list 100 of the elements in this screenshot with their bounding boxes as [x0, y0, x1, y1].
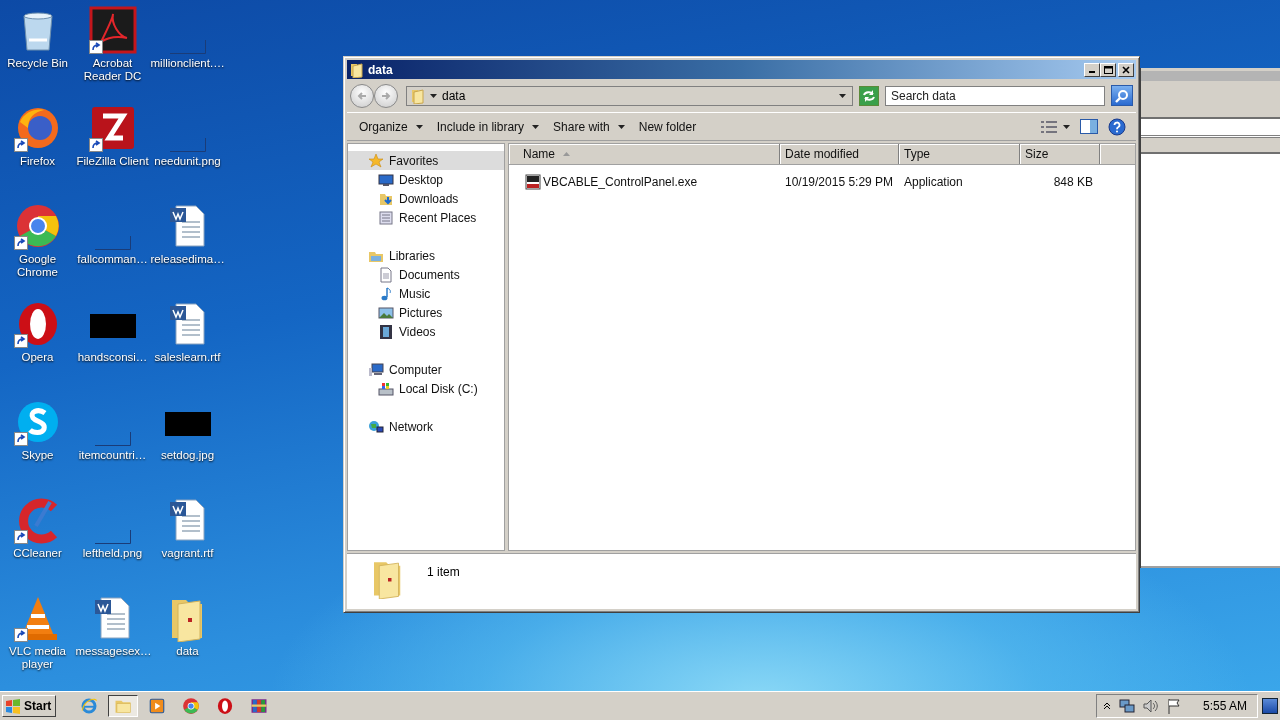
maximize-button[interactable]	[1100, 62, 1116, 77]
desktop-icon-label[interactable]: Skype	[0, 449, 75, 462]
forward-arrow-icon	[381, 90, 391, 101]
address-text: data	[442, 88, 467, 103]
nav-item[interactable]: Local Disk (C:)	[348, 379, 504, 398]
back-button[interactable]	[350, 83, 374, 108]
address-bar[interactable]: data	[406, 85, 853, 106]
file-name[interactable]: VBCABLE_ControlPanel.exe	[543, 175, 698, 189]
desktop-icon-label[interactable]: millionclient.…	[150, 57, 225, 70]
desktop-icon-label[interactable]: Opera	[0, 351, 75, 364]
minimize-button[interactable]	[1084, 62, 1100, 77]
internet-explorer-icon	[80, 697, 99, 715]
caret-icon	[532, 124, 540, 129]
sort-arrow-icon	[563, 152, 570, 156]
table-cell-text: Application	[903, 175, 964, 189]
film-icon	[378, 323, 394, 340]
desktop-icon-label[interactable]: handsconsi…	[75, 351, 150, 364]
nav-item[interactable]: Music	[348, 284, 504, 303]
recent-places-icon	[378, 209, 394, 226]
nav-item[interactable]: Libraries	[348, 246, 504, 265]
monitor-icon	[378, 171, 394, 188]
toolbar-button[interactable]: Include in library	[430, 117, 546, 136]
column-header[interactable]: Date modified	[780, 144, 899, 164]
nav-item[interactable]: Downloads	[348, 189, 504, 208]
close-icon	[1122, 65, 1130, 74]
document-icon	[378, 266, 394, 283]
taskbar-button[interactable]	[108, 695, 139, 717]
network-icon	[1118, 698, 1135, 714]
desktop-icon-label[interactable]: saleslearn.rtf	[150, 351, 225, 364]
search-button[interactable]	[1111, 85, 1133, 106]
nav-item[interactable]: Computer	[348, 360, 504, 379]
table-cell-text: 848 KB	[1052, 175, 1094, 189]
nav-item[interactable]: Pictures	[348, 303, 504, 322]
computer-icon	[368, 361, 384, 378]
column-header-filler	[1100, 144, 1135, 164]
item-count: 1 item	[427, 565, 460, 579]
opera-icon	[216, 697, 235, 715]
column-header[interactable]: Size	[1020, 144, 1100, 164]
network-globe-icon	[368, 418, 384, 435]
nav-item[interactable]: Videos	[348, 322, 504, 341]
preview-pane-icon	[1080, 119, 1098, 134]
speaker-icon	[1142, 698, 1159, 714]
shortcut-arrow-icon	[13, 432, 28, 446]
shortcut-arrow-icon	[88, 138, 103, 152]
shortcut-arrow-icon	[13, 334, 28, 348]
caret-icon	[430, 93, 437, 98]
close-button[interactable]	[1118, 62, 1134, 77]
desktop-icon-label[interactable]: setdog.jpg	[150, 449, 225, 462]
desktop-icon-label[interactable]: Google Chrome	[0, 253, 75, 279]
help-icon	[1108, 117, 1126, 136]
desktop-icon-label[interactable]: fallcomman…	[75, 253, 150, 266]
desktop-icon-label[interactable]: Acrobat Reader DC	[75, 57, 150, 83]
application-icon	[525, 174, 541, 190]
caret-icon	[1063, 124, 1070, 129]
chrome-icon	[182, 697, 201, 715]
shortcut-arrow-icon	[13, 138, 28, 152]
search-icon	[1115, 88, 1129, 103]
nav-item[interactable]: Desktop	[348, 170, 504, 189]
flag-icon	[1166, 698, 1181, 714]
refresh-icon	[862, 89, 876, 102]
up-arrow-icon	[1102, 702, 1111, 710]
back-arrow-icon	[357, 90, 367, 101]
details-view-icon	[1041, 120, 1057, 133]
nav-item[interactable]: Recent Places	[348, 208, 504, 227]
toolbar-button[interactable]: Organize	[353, 117, 429, 136]
maximize-icon	[1103, 65, 1113, 74]
desktop-icon-label[interactable]: CCleaner	[0, 547, 75, 560]
window-title: data	[368, 62, 394, 77]
desktop-icon-label[interactable]: itemcountri…	[75, 449, 150, 462]
picture-icon	[378, 304, 394, 321]
start-button[interactable]: Start	[2, 695, 57, 717]
four-pane-logo-icon	[5, 698, 21, 714]
caret-icon	[617, 124, 625, 129]
nav-item[interactable]: Documents	[348, 265, 504, 284]
desktop-icon-label[interactable]: Recycle Bin	[0, 57, 75, 70]
desktop-icon-label[interactable]: leftheld.png	[75, 547, 150, 560]
search-field[interactable]: Search data	[885, 85, 1105, 106]
minimize-icon	[1089, 71, 1095, 73]
desktop-icon-label[interactable]: releasedima…	[150, 253, 225, 266]
toolbar-button[interactable]: New folder	[632, 117, 703, 136]
caret-icon	[415, 124, 423, 129]
folder-icon	[411, 87, 425, 104]
shortcut-arrow-icon	[88, 40, 103, 54]
hard-disk-icon	[378, 380, 394, 397]
desktop-icon-label[interactable]: needunit.png	[150, 155, 225, 168]
clock[interactable]: 5:55 AM	[1188, 699, 1257, 713]
desktop-icon-label[interactable]: VLC media player	[0, 645, 75, 671]
desktop-icon-label[interactable]: vagrant.rtf	[150, 547, 225, 560]
shortcut-arrow-icon	[13, 628, 28, 642]
table-cell-text: 10/19/2015 5:29 PM	[784, 175, 895, 189]
refresh-button[interactable]	[859, 85, 879, 106]
toolbar-button[interactable]: Share with	[547, 117, 631, 136]
desktop-icon-label[interactable]: Firefox	[0, 155, 75, 168]
column-header[interactable]: Name	[509, 144, 780, 164]
column-header[interactable]: Type	[899, 144, 1020, 164]
forward-button[interactable]	[374, 83, 398, 108]
nav-item[interactable]: Favorites	[348, 151, 504, 170]
desktop-icon-label[interactable]: FileZilla Client	[75, 155, 150, 168]
nav-item[interactable]: Network	[348, 417, 504, 436]
show-desktop-button[interactable]	[1262, 698, 1278, 714]
